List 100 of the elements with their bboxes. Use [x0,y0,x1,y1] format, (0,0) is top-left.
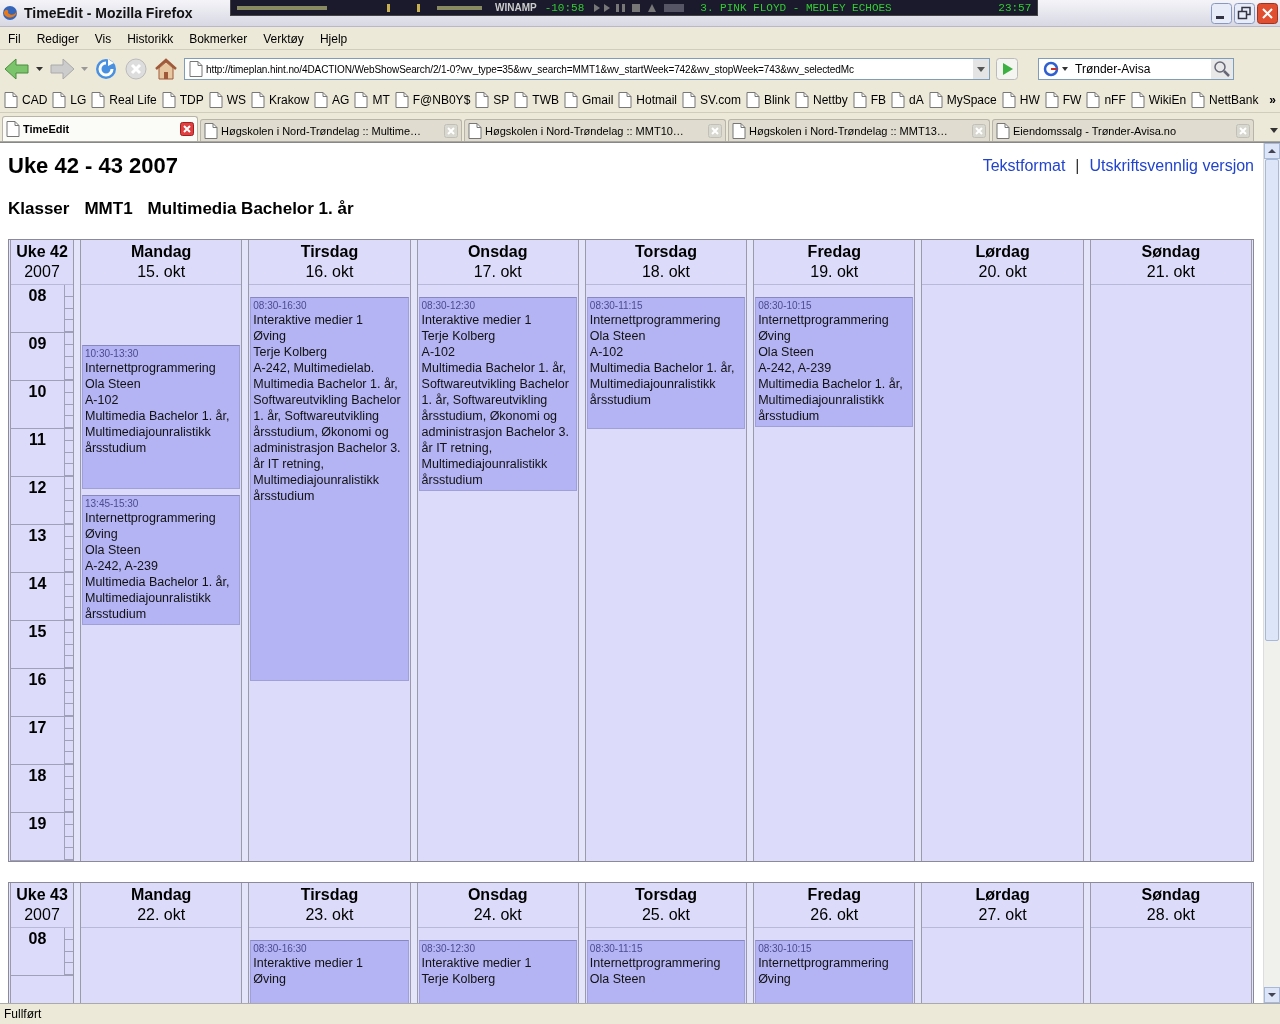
menu-item[interactable]: Vis [94,32,112,46]
address-field[interactable]: http://timeplan.hint.no/4DACTION/WebShowSearch/2/1-0?wv_type=35&wv_search=MMT1&wv_startWeek=742&wv_stopWeek=743&wv_selectedMc [184,58,990,80]
class-heading: Multimedia Bachelor 1. år [147,199,354,219]
more-bookmarks-button[interactable]: » [1269,93,1276,107]
menu-item[interactable]: Rediger [36,32,79,46]
bookmark-link[interactable]: FB [870,93,886,107]
event-block[interactable]: 08:30-10:15 Internettprogrammering Øving [755,940,914,1003]
event-block[interactable]: 08:30-11:15 Internettprogrammering Ola Steen A-102 Multimedia Bachelor 1. år, Multimediajounralistikk årsstudium [586,297,746,429]
browser-logo-icon [2,5,18,21]
event-time: 13:45-15:30 [85,498,140,510]
event-text: Internettprogrammering [85,510,217,526]
event-time: 08:30-16:30 [253,300,308,312]
event-text: A-102 [85,392,120,408]
week-label: Uke 43 [16,885,68,905]
restore-button[interactable] [1234,2,1255,24]
print-version-link[interactable]: Utskriftsvennlig versjon [1089,157,1254,175]
day-date: 27. okt [978,905,1027,925]
bookmark-link[interactable]: Nettby [812,93,848,107]
page-icon [745,92,760,108]
scrollbar-thumb[interactable] [1265,159,1279,641]
day-name: Torsdag [635,242,697,262]
link-separator: | [1075,157,1080,175]
bookmark-link[interactable]: dA [909,93,924,107]
home-icon[interactable] [154,57,178,81]
window-title: TimeEdit - Mozilla Firefox [24,5,194,21]
event-block[interactable]: 08:30-16:30 Interaktive medier 1 Øving [250,940,409,1003]
caret-icon[interactable] [36,67,43,71]
day-date: 22. okt [137,905,186,925]
menu-item[interactable]: Hjelp [319,32,348,46]
event-text: Interaktive medier 1 [421,955,533,971]
browser-tab[interactable]: Eiendomssalg - Trønder-Avisa.no [992,119,1254,141]
menu-item[interactable]: Historikk [127,32,174,46]
bookmark-link[interactable]: Gmail [582,93,614,107]
bookmark-link[interactable]: MT [372,93,390,107]
browser-tab[interactable]: TimeEdit [2,116,198,141]
page-icon [475,92,490,108]
bookmark-link[interactable]: Blink [763,93,790,107]
event-block[interactable]: 13:45-15:30 Internettprogrammering Øving Ola Steen A-242, A-239 Multimedia Bachelor 1. år, Multimediajounralistikk årsstudium [82,495,241,625]
event-block[interactable]: 08:30-10:15 Internettprogrammering Øving Ola Steen A-242, A-239 Multimedia Bachelor 1. år, Multimediajounralistikk årsstudium [755,297,914,427]
address-text: http://timeplan.hint.no/4DACTION/WebShowSearch/2/1-0?wv_type=35&wv_search=MMT1&wv_startWeek=742&wv_stopWeek=743&wv_selectedMc [206,63,855,75]
menu-item[interactable]: Bokmerker [189,32,248,46]
event-text: Interaktive medier 1 [253,955,365,971]
bookmark-link[interactable]: NettBank [1209,93,1259,107]
page-icon [314,92,329,108]
menu-item[interactable]: Verktøy [263,32,304,46]
week-year: 2007 [24,905,60,925]
event-block[interactable]: 08:30-11:15 Internettprogrammering Ola Steen [586,940,746,1003]
hour-label: 16 [11,669,65,716]
page-icon [682,92,697,108]
event-text: Øving [253,971,287,987]
event-text: Ola Steen [758,344,815,360]
day-name: Søndag [1141,885,1201,905]
track-title: 3. PINK FLOYD - MEDLEY ECHOES [700,1,893,14]
bookmark-link[interactable]: CAD [22,93,48,107]
bookmark-link[interactable]: Krakow [269,93,310,107]
event-text: A-102 [421,344,456,360]
reload-icon[interactable] [94,57,118,81]
page-icon [891,92,905,108]
text-format-link[interactable]: Tekstformat [982,157,1066,175]
bookmark-link[interactable]: MySpace [946,93,997,107]
bookmark-link[interactable]: SV.com [700,93,741,107]
hour-label: 10 [11,381,65,428]
back-arrow-icon[interactable] [4,58,30,80]
scroll-up-button[interactable] [1264,143,1280,159]
search-engine-icon[interactable] [1043,60,1069,78]
scroll-down-button[interactable] [1264,987,1280,1003]
bookmark-link[interactable]: Real Life [109,93,157,107]
minimize-button[interactable] [1211,2,1232,24]
event-block[interactable] [250,297,409,681]
menu-item[interactable]: Fil [8,32,21,46]
search-field[interactable]: Trønder-Avisa [1038,58,1234,80]
bookmark-link[interactable]: SP [493,93,510,107]
bookmark-link[interactable]: HW [1019,93,1040,107]
close-button[interactable] [1257,2,1278,24]
browser-tab[interactable]: Høgskolen i Nord-Trøndelag :: MMT10… [464,119,726,141]
bookmark-link[interactable]: F@NB0Y$ [412,93,471,107]
bookmark-link[interactable]: WS [226,93,247,107]
bookmark-link[interactable]: AG [332,93,350,107]
bookmark-link[interactable]: LG [70,93,87,107]
bookmark-link[interactable]: Hotmail [636,93,678,107]
browser-tab[interactable]: Høgskolen i Nord-Trøndelag :: MMT13… [728,119,990,141]
event-block[interactable]: 10:30-13:30 Internettprogrammering Ola Steen A-102 Multimedia Bachelor 1. år, Multimediajounralistikk årsstudium [82,345,241,489]
search-icon[interactable] [1211,59,1233,79]
event-block[interactable]: 08:30-12:30 Interaktive medier 1 Terje Kolberg [418,940,577,1003]
browser-tab[interactable]: Høgskolen i Nord-Trøndelag :: Multime… [200,119,462,141]
close-icon[interactable] [180,122,194,136]
day-name: Onsdag [467,885,528,905]
bookmark-link[interactable]: nFF [1104,93,1126,107]
bookmark-link[interactable]: WikiEn [1148,93,1187,107]
day-name: Søndag [1141,242,1201,262]
event-time: 10:30-13:30 [85,348,140,360]
bookmark-link[interactable]: TDP [179,93,204,107]
event-time: 08:30-12:30 [421,300,476,312]
go-icon[interactable] [996,58,1018,80]
bookmark-link[interactable]: TWB [532,93,559,107]
bookmark-link[interactable]: FW [1062,93,1082,107]
day-name: Tirsdag [300,242,359,262]
event-block[interactable] [418,297,577,491]
page-icon [1191,92,1206,108]
caret-icon[interactable] [973,59,989,79]
